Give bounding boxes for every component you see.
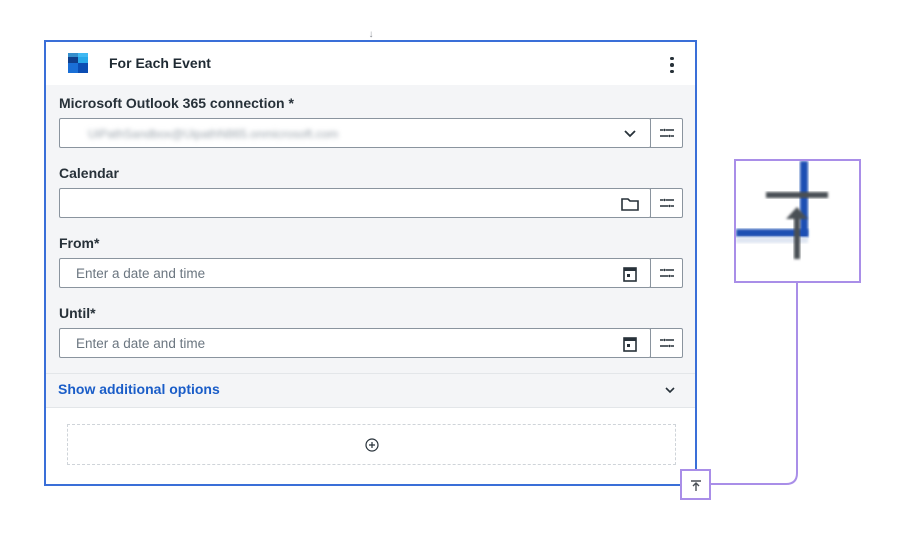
expression-editor-icon <box>660 128 674 138</box>
until-expression-button[interactable] <box>650 328 683 358</box>
for-each-event-card[interactable]: For Each Event Microsoft Outlook 365 con… <box>44 40 697 486</box>
calendar-icon[interactable] <box>620 265 640 283</box>
card-body: Microsoft Outlook 365 connection * UiPat… <box>46 85 695 375</box>
expression-editor-icon <box>660 198 674 208</box>
add-circle-icon[interactable] <box>364 437 380 453</box>
until-placeholder: Enter a date and time <box>76 336 206 351</box>
card-title: For Each Event <box>109 55 211 71</box>
folder-icon[interactable] <box>620 195 640 213</box>
card-header: For Each Event <box>46 42 695 85</box>
resize-handle[interactable] <box>680 469 711 500</box>
from-datetime-input[interactable]: Enter a date and time <box>59 258 651 288</box>
connection-value: UiPathSandbox@UipathN865.onmicrosoft.com <box>88 127 339 141</box>
expression-editor-icon <box>660 338 674 348</box>
from-placeholder: Enter a date and time <box>76 266 206 281</box>
connection-label: Microsoft Outlook 365 connection * <box>59 95 294 111</box>
calendar-expression-button[interactable] <box>650 188 683 218</box>
chevron-down-icon <box>665 387 675 394</box>
from-expression-button[interactable] <box>650 258 683 288</box>
outlook-calendar-icon <box>68 53 88 73</box>
calendar-label: Calendar <box>59 165 119 181</box>
chevron-down-icon[interactable] <box>620 125 640 143</box>
show-additional-options-label: Show additional options <box>58 381 220 397</box>
activity-drop-zone[interactable] <box>67 424 676 465</box>
resize-corner-icon <box>691 480 701 491</box>
kebab-menu-icon[interactable] <box>662 53 682 77</box>
expression-editor-icon <box>660 268 674 278</box>
until-label: Until* <box>59 305 96 321</box>
from-label: From* <box>59 235 100 251</box>
connection-dropdown[interactable]: UiPathSandbox@UipathN865.onmicrosoft.com <box>59 118 651 148</box>
until-datetime-input[interactable]: Enter a date and time <box>59 328 651 358</box>
show-additional-options-toggle[interactable]: Show additional options <box>46 373 695 408</box>
flow-connector-arrow-icon: ↓ <box>368 29 374 40</box>
zoomed-resize-handle-callout <box>734 159 861 283</box>
connection-expression-button[interactable] <box>650 118 683 148</box>
calendar-input[interactable] <box>59 188 651 218</box>
calendar-icon[interactable] <box>620 335 640 353</box>
zoomed-corner-icon <box>736 161 859 281</box>
